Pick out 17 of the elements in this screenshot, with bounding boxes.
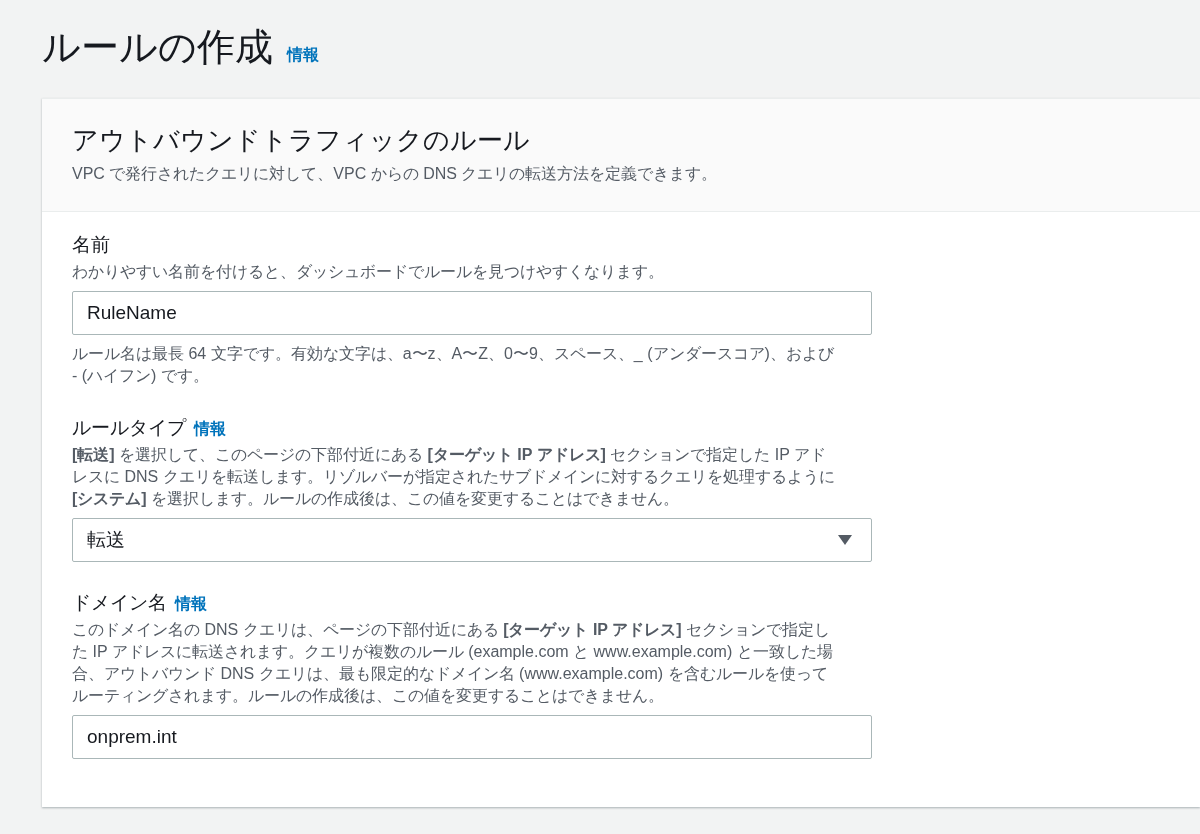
field-description: わかりやすい名前を付けると、ダッシュボードでルールを見つけやすくなります。	[72, 262, 665, 282]
section-title: アウトバウンドトラフィックのルール	[72, 124, 531, 157]
field-description: [転送] を選択して、このページの下部付近にある [ターゲット IP アドレス] セクションで指定した IP アドレスに DNS クエリを転送します。リゾルバーが指定されたサブドメインに対するクエリを処理するように [システム] を選択します。ルールの作成後は、この値を変更することはできません。	[72, 445, 836, 509]
rule-type-dropdown[interactable]: 転送	[72, 518, 872, 562]
input-field[interactable]: RuleName	[72, 291, 872, 335]
info-link[interactable]: 情報	[287, 45, 319, 66]
info-link[interactable]: 情報	[175, 594, 207, 615]
input-field[interactable]: onprem.int	[72, 715, 872, 759]
section-description: VPC で発行されたクエリに対して、VPC からの DNS クエリの転送方法を定義できます。	[72, 164, 719, 184]
field-label: ドメイン名	[72, 591, 167, 615]
page-title: ルールの作成	[42, 25, 273, 70]
field-label: 名前	[72, 233, 110, 257]
field-description: このドメイン名の DNS クエリは、ページの下部付近にある [ターゲット IP アドレス] セクションで指定した IP アドレスに転送されます。クエリが複数のルール (example.com と www.example.com) と一致した場合、アウトバウンド DNS クエリは、最も限定的なドメイン名 (www.example.com) を含むルールを使ってルーティングされます。ルールの作成後は、この値を変更することはできません。	[72, 620, 834, 706]
info-link[interactable]: 情報	[194, 419, 226, 440]
constraint-text: ルール名は最長 64 文字です。有効な文字は、a〜z、A〜Z、0〜9、スペース、_ (アンダースコア)、および - (ハイフン) です。	[72, 344, 835, 386]
caret-icon	[837, 534, 853, 546]
field-label: ルールタイプ	[72, 416, 186, 440]
